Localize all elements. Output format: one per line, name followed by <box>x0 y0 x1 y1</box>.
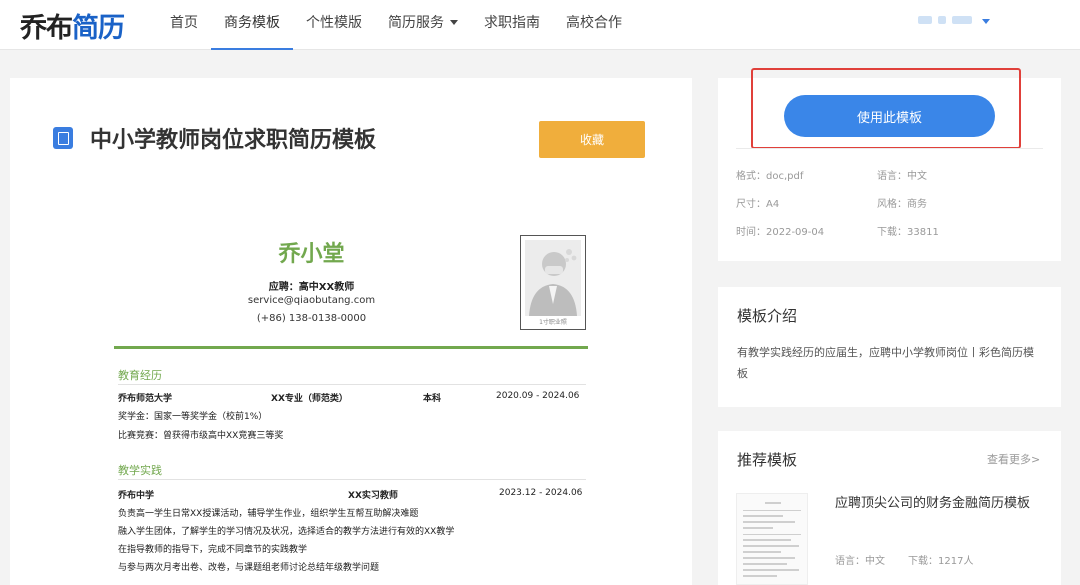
recommended-template-language: 语言：中文 <box>835 556 885 567</box>
blurred-username <box>952 15 972 24</box>
nav-university-cooperation[interactable]: 高校合作 <box>553 0 635 50</box>
chevron-down-icon <box>450 20 458 25</box>
blurred-username <box>938 15 946 24</box>
favorite-button[interactable]: 收藏 <box>539 121 645 158</box>
view-more-link[interactable]: 查看更多> <box>987 451 1040 467</box>
site-logo[interactable]: 乔布简历 <box>20 6 125 45</box>
resume-name: 乔小堂 <box>278 242 345 267</box>
education-detail: 比赛竞赛：曾获得市级高中XX竞赛三等奖 <box>118 431 284 441</box>
meta-date: 时间：2022-09-04 <box>736 227 825 238</box>
avatar <box>525 240 581 316</box>
photo-caption: 1寸职业照 <box>539 319 567 326</box>
section-title-practice: 教学实践 <box>118 464 162 477</box>
practice-school: 乔布中学 <box>118 491 155 501</box>
education-degree: 本科 <box>423 394 442 404</box>
section-divider <box>118 479 586 480</box>
meta-format: 格式：doc,pdf <box>736 171 804 182</box>
practice-period: 2023.12 - 2024.06 <box>499 488 583 498</box>
education-school: 乔布师范大学 <box>118 394 173 404</box>
education-detail: 奖学金：国家一等奖学金（校前1%） <box>118 412 268 422</box>
recommended-template-thumbnail[interactable] <box>736 493 808 585</box>
resume-preview: 乔小堂 应聘：高中XX教师 service@qiaobutang.com (+8… <box>114 228 588 585</box>
nav-personal-templates[interactable]: 个性模版 <box>293 0 375 50</box>
section-title-education: 教育经历 <box>118 369 162 382</box>
main-nav: 首页 商务模板 个性模版 简历服务 求职指南 高校合作 <box>157 0 635 50</box>
template-preview-panel: 中小学教师岗位求职简历模板 收藏 乔小堂 应聘：高中XX教师 service@q… <box>10 78 692 585</box>
practice-detail: 融入学生团体，了解学生的学习情况及状况，选择适合的教学方法进行有效的XX教学 <box>118 527 455 537</box>
logo-text-main: 乔布 <box>20 13 73 44</box>
practice-detail: 与参与两次月考出卷、改卷，与课题组老师讨论总结年级教学问题 <box>118 563 380 573</box>
template-title-row: 中小学教师岗位求职简历模板 <box>53 122 376 154</box>
section-divider <box>118 384 586 385</box>
top-nav-bar: 乔布简历 首页 商务模板 个性模版 简历服务 求职指南 高校合作 <box>0 0 1080 50</box>
divider <box>736 148 1043 149</box>
practice-detail: 负责高一学生日常XX授课活动，辅导学生作业，组织学生互帮互助解决难题 <box>118 509 419 519</box>
resume-job-target: 应聘：高中XX教师 <box>268 282 355 293</box>
intro-text: 有教学实践经历的应届生，应聘中小学教师岗位丨彩色简历模板 <box>737 346 1034 380</box>
resume-divider <box>114 346 588 349</box>
intro-title: 模板介绍 <box>737 307 798 325</box>
practice-detail: 在指导教师的指导下，完成不同章节的实践教学 <box>118 545 308 555</box>
blurred-username <box>918 15 932 24</box>
document-icon <box>53 127 73 149</box>
education-major: XX专业（师范类） <box>271 394 348 404</box>
recommended-template-title[interactable]: 应聘顶尖公司的财务金融简历模板 <box>835 493 1035 514</box>
meta-language: 语言：中文 <box>877 171 927 182</box>
chevron-down-icon <box>982 19 990 24</box>
nav-business-templates[interactable]: 商务模板 <box>211 0 293 50</box>
use-template-button[interactable]: 使用此模板 <box>784 95 995 137</box>
resume-photo: 1寸职业照 <box>520 235 586 330</box>
resume-phone: (+86) 138-0138-0000 <box>256 313 367 324</box>
logo-text-accent: 简历 <box>72 13 125 44</box>
resume-email: service@qiaobutang.com <box>247 295 376 306</box>
meta-size: 尺寸：A4 <box>736 199 780 210</box>
page-title: 中小学教师岗位求职简历模板 <box>90 128 377 153</box>
recommended-template-downloads: 下载：1217人 <box>908 556 974 567</box>
meta-downloads: 下载：33811 <box>877 227 939 238</box>
nav-resume-services-label: 简历服务 <box>388 15 444 31</box>
use-template-card: 使用此模板 格式：doc,pdf 语言：中文 尺寸：A4 风格：商务 时间：20… <box>718 68 1061 261</box>
nav-job-guide[interactable]: 求职指南 <box>471 0 553 50</box>
template-intro-card: 模板介绍 有教学实践经历的应届生，应聘中小学教师岗位丨彩色简历模板 <box>718 287 1061 407</box>
nav-home[interactable]: 首页 <box>157 0 211 50</box>
recommend-title: 推荐模板 <box>737 451 798 469</box>
meta-style: 风格：商务 <box>877 199 927 210</box>
practice-role: XX实习教师 <box>348 491 398 501</box>
user-menu[interactable] <box>918 15 990 24</box>
education-period: 2020.09 - 2024.06 <box>496 391 580 401</box>
recommended-templates-card: 推荐模板 查看更多> 应聘顶尖公司的财务金融简历模板 语言：中文 下载：1217… <box>718 431 1061 585</box>
nav-resume-services[interactable]: 简历服务 <box>375 0 471 50</box>
